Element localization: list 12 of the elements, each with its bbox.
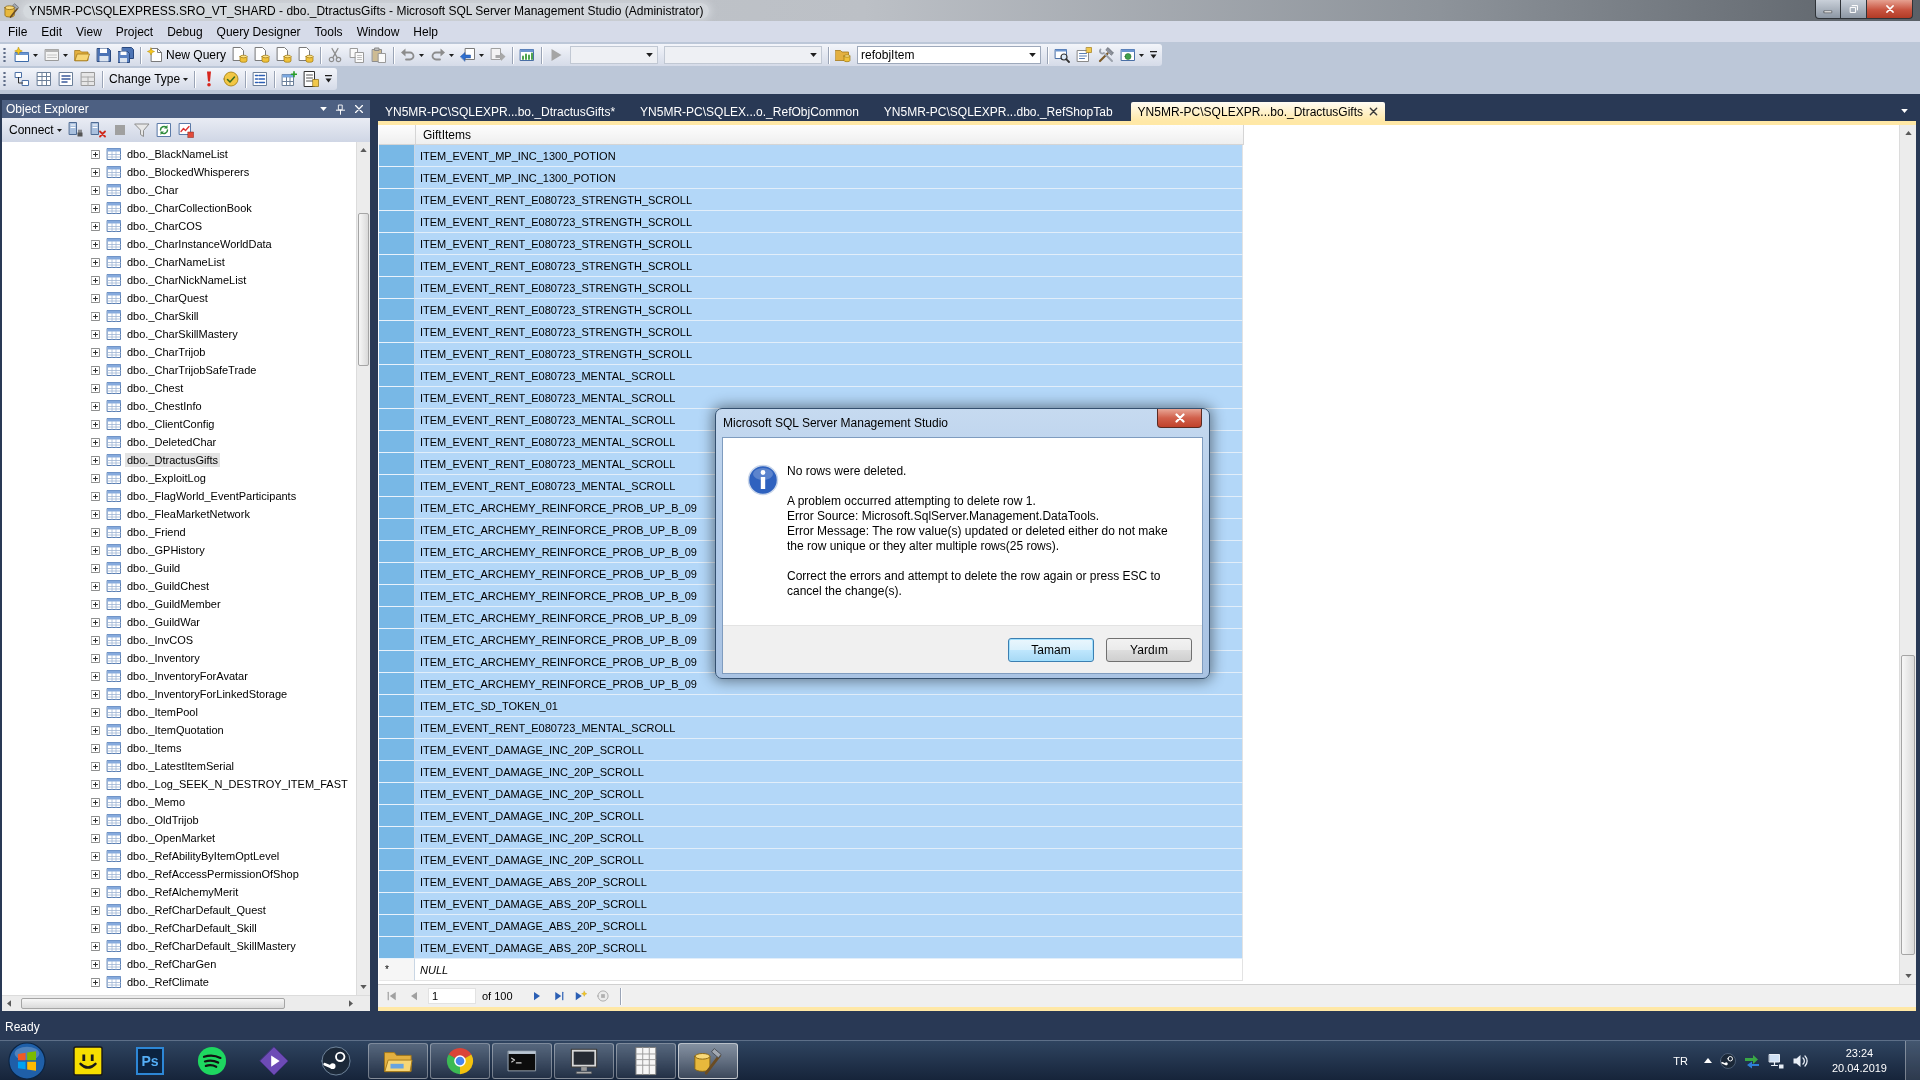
- message-text: Correct the errors and attempt to delete the row again or press ESC to cancel the change(s).: [787, 569, 1162, 599]
- new-row-marker: *: [385, 964, 389, 975]
- page-count-label: of 100: [482, 990, 513, 1002]
- message-text: No rows were deleted.: [787, 464, 908, 479]
- message-text: Error Message: The row value(s) updated or deleted either do not make the row unique or they alter multiple rows(25 rows).: [787, 524, 1169, 554]
- message-text: Error Source: Microsoft.SqlServer.Management.DataTools.: [787, 509, 1101, 524]
- dialog-title: Microsoft SQL Server Management Studio: [723, 416, 948, 430]
- app-tile: Ps: [136, 1046, 164, 1075]
- panel-title: Object Explorer: [6, 102, 89, 116]
- window-title: YN5MR-PC\SQLEXPRESS.SRO_VT_SHARD - dbo._DtractusGifts - Microsoft SQL Server Management Studio (Administrator): [23, 2, 710, 19]
- status-text: Ready: [5, 1020, 40, 1034]
- message-text: A problem occurred attempting to delete row 1.: [787, 494, 1037, 509]
